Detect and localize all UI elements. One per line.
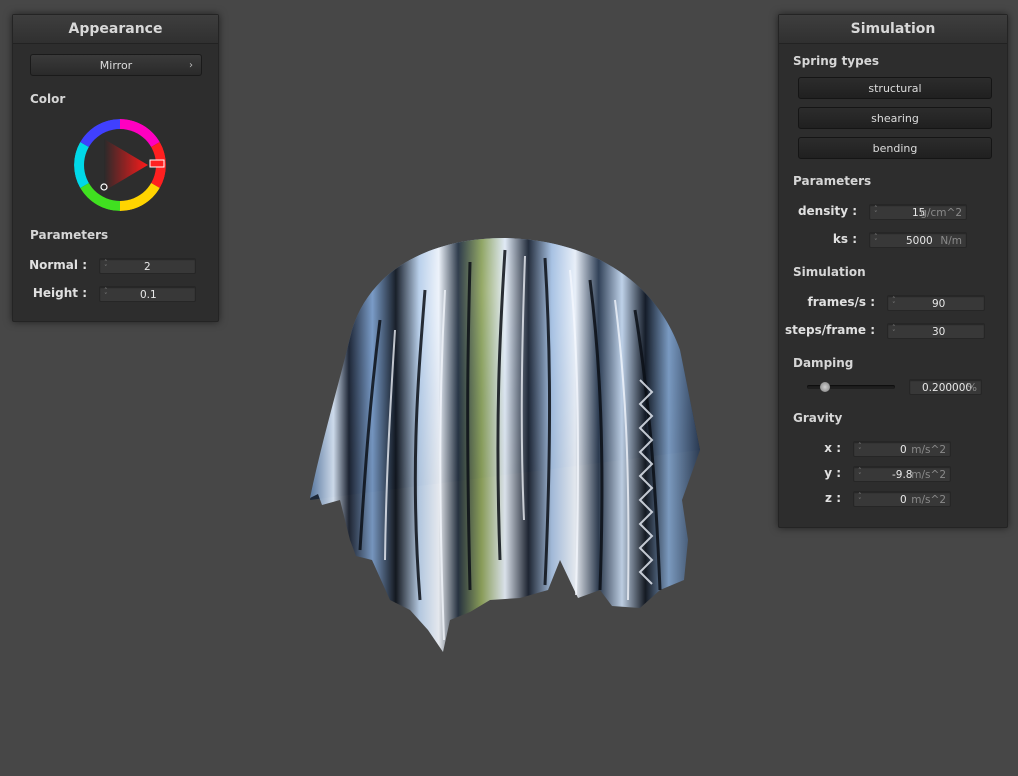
gravity-y-label: y :	[824, 466, 841, 480]
height-label: Height :	[32, 286, 87, 300]
gravity-y-value: -9.8	[892, 469, 913, 481]
gravity-z-value: 0	[900, 494, 907, 506]
damping-slider-thumb[interactable]	[819, 382, 830, 392]
steps-label: steps/frame :	[785, 323, 875, 337]
fps-input[interactable]: ˄ ˅ 90	[887, 295, 985, 311]
height-input[interactable]: ˄ ˅ 0.1	[99, 286, 196, 302]
normal-value: 2	[144, 261, 151, 273]
damping-value: 0.200000	[922, 382, 973, 394]
color-section-label: Color	[30, 92, 66, 106]
density-unit: g/cm^2	[920, 207, 962, 219]
ks-label: ks :	[832, 232, 857, 246]
gravity-y-unit: m/s^2	[911, 469, 946, 481]
chevron-right-icon: ›	[189, 60, 193, 71]
structural-button[interactable]: structural	[798, 77, 992, 99]
shader-dropdown[interactable]: Mirror ›	[30, 54, 202, 76]
shearing-button[interactable]: shearing	[798, 107, 992, 129]
fps-value: 90	[932, 298, 946, 310]
simulation-parameters-label: Parameters	[793, 174, 872, 188]
gravity-z-label: z :	[825, 491, 841, 505]
appearance-panel: Appearance Mirror › Color Parameters Nor…	[12, 14, 219, 322]
ks-input[interactable]: ˄ ˅ 5000 N/m	[869, 232, 967, 248]
normal-label: Normal :	[29, 258, 87, 272]
normal-input[interactable]: ˄ ˅ 2	[99, 258, 196, 274]
damping-unit: %	[967, 382, 977, 394]
gravity-x-value: 0	[900, 444, 907, 456]
spinner-icon[interactable]: ˄ ˅	[874, 206, 880, 218]
shader-dropdown-label: Mirror	[99, 59, 133, 72]
spring-types-label: Spring types	[793, 54, 880, 68]
spinner-icon[interactable]: ˄ ˅	[892, 325, 898, 337]
spinner-icon[interactable]: ˄ ˅	[874, 234, 880, 246]
density-label: density :	[797, 204, 857, 218]
spinner-icon[interactable]: ˄ ˅	[858, 468, 864, 480]
steps-input[interactable]: ˄ ˅ 30	[887, 323, 985, 339]
gravity-x-label: x :	[824, 441, 841, 455]
simulation-panel: Simulation Spring types structural shear…	[778, 14, 1008, 528]
gravity-z-unit: m/s^2	[911, 494, 946, 506]
gravity-label: Gravity	[793, 411, 843, 425]
ks-value: 5000	[906, 235, 933, 247]
appearance-title: Appearance	[13, 15, 218, 44]
spinner-icon[interactable]: ˄ ˅	[892, 297, 898, 309]
density-input[interactable]: ˄ ˅ 15 g/cm^2	[869, 204, 967, 220]
bending-button[interactable]: bending	[798, 137, 992, 159]
gravity-z-input[interactable]: ˄ ˅ 0 m/s^2	[853, 491, 951, 507]
appearance-parameters-label: Parameters	[30, 228, 109, 242]
spinner-icon[interactable]: ˄ ˅	[858, 493, 864, 505]
simulation-title: Simulation	[779, 15, 1007, 44]
spinner-icon[interactable]: ˄ ˅	[858, 443, 864, 455]
spinner-icon[interactable]: ˄ ˅	[104, 288, 110, 300]
ks-unit: N/m	[940, 235, 962, 247]
damping-input[interactable]: 0.200000 %	[909, 379, 982, 395]
gravity-y-input[interactable]: ˄ ˅ -9.8 m/s^2	[853, 466, 951, 482]
simulation-section-label: Simulation	[793, 265, 866, 279]
steps-value: 30	[932, 326, 946, 338]
height-value: 0.1	[140, 289, 157, 301]
damping-label: Damping	[793, 356, 854, 370]
color-wheel[interactable]	[72, 117, 168, 213]
hue-marker[interactable]	[149, 159, 165, 168]
fps-label: frames/s :	[807, 295, 875, 309]
spinner-icon[interactable]: ˄ ˅	[104, 260, 110, 272]
gravity-x-unit: m/s^2	[911, 444, 946, 456]
gravity-x-input[interactable]: ˄ ˅ 0 m/s^2	[853, 441, 951, 457]
